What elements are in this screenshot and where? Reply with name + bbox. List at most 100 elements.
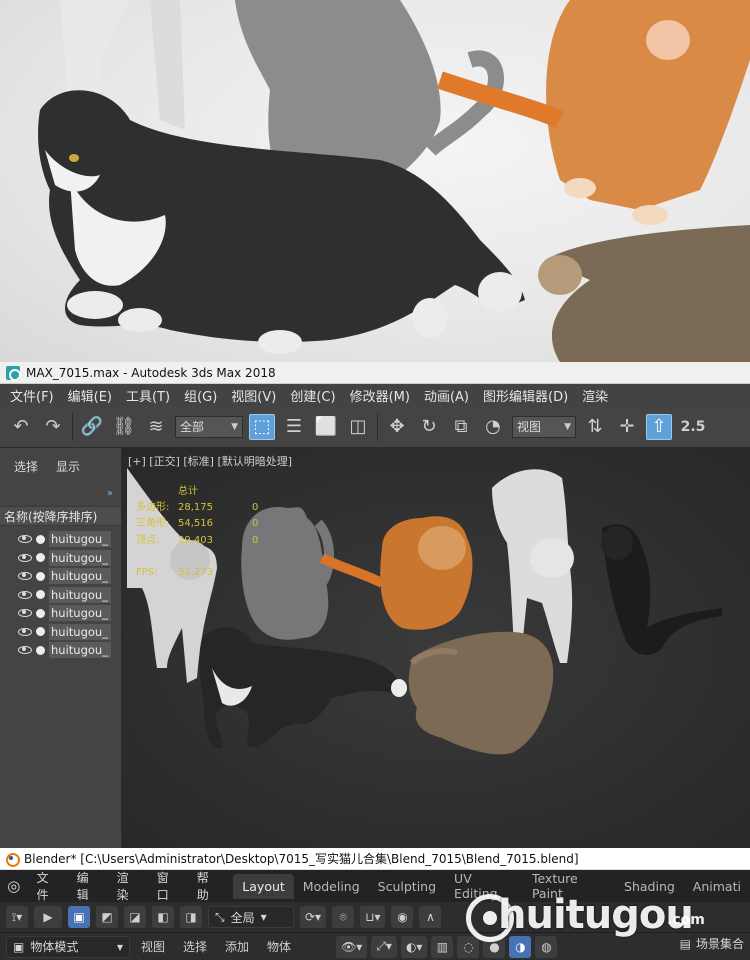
menu-file[interactable]: 文件(F) (10, 386, 68, 405)
menu-create[interactable]: 创建(C) (290, 386, 349, 405)
snaps-toggle-label: 2.5 (680, 418, 706, 435)
keyboard-shortcut-override-icon[interactable]: ⇧ (646, 413, 672, 440)
scale-icon[interactable]: ⧉ (448, 414, 474, 440)
window-crossing-icon[interactable]: ◫ (345, 414, 371, 440)
tab-display[interactable]: 显示 (56, 458, 80, 484)
transform-pivot-icon[interactable]: ⟟▾ (6, 906, 28, 928)
select-mode-subtract-icon[interactable]: ◪ (124, 906, 146, 928)
render-toggle-icon[interactable] (36, 608, 45, 618)
viewport-statistics: 总计 多边形: 28,175 0 三角形: 54,516 0 顶点: 29,40… (136, 484, 272, 581)
viewport-menu-object[interactable]: 物体 (260, 938, 298, 955)
pivot-point-icon[interactable]: ⟳▾ (300, 906, 327, 928)
viewport-menu-add[interactable]: 添加 (218, 938, 256, 955)
render-toggle-icon[interactable] (36, 553, 45, 563)
undo-icon[interactable]: ↶ (8, 414, 34, 440)
tab-modeling[interactable]: Modeling (294, 874, 369, 899)
scene-object-row[interactable]: huitugou_ (0, 549, 121, 568)
redo-icon[interactable]: ↷ (40, 414, 66, 440)
blender-menu-render[interactable]: 渲染 (108, 869, 148, 903)
scene-object-row[interactable]: huitugou_ (0, 567, 121, 586)
render-toggle-icon[interactable] (36, 534, 45, 544)
blender-menu-file[interactable]: 文件 (28, 869, 68, 903)
select-box-tool-icon[interactable]: ▶ (34, 906, 62, 928)
stats-fps-label: FPS: (136, 566, 158, 578)
scene-object-row[interactable]: huitugou_ (0, 623, 121, 642)
proportional-falloff-icon[interactable]: ∧ (419, 906, 442, 928)
transform-orientation-icon: ⤡ (215, 909, 225, 924)
rectangular-selection-icon[interactable]: ⬜ (313, 414, 339, 440)
eye-icon[interactable] (18, 590, 32, 599)
max-menu-bar: 文件(F) 编辑(E) 工具(T) 组(G) 视图(V) 创建(C) 修改器(M… (0, 384, 750, 406)
expand-chevron-icon[interactable]: » (107, 488, 113, 499)
proportional-edit-icon[interactable]: ◉ (391, 906, 414, 928)
blender-menu-help[interactable]: 帮助 (188, 869, 228, 903)
eye-icon[interactable] (18, 535, 32, 544)
max-title-bar: MAX_7015.max - Autodesk 3ds Max 2018 (0, 362, 750, 384)
render-toggle-icon[interactable] (36, 590, 45, 600)
viewport-menu-view[interactable]: 视图 (134, 938, 172, 955)
unlink-icon[interactable]: ⛓ (111, 414, 137, 440)
menu-views[interactable]: 视图(V) (231, 386, 290, 405)
eye-icon[interactable] (18, 572, 32, 581)
snap-icon[interactable]: ⌾ (332, 906, 355, 928)
link-icon[interactable]: 🔗 (79, 414, 105, 440)
stats-total-label: 总计 (178, 486, 198, 497)
column-header-name[interactable]: 名称(按降序排序) (0, 506, 121, 526)
select-object-icon[interactable]: ⬚ (249, 413, 275, 440)
snap-element-icon[interactable]: ⊔▾ (360, 906, 386, 928)
scene-object-row[interactable]: huitugou_ (0, 604, 121, 623)
select-manipulate-icon[interactable]: ✛ (614, 414, 640, 440)
scene-object-row[interactable]: huitugou_ (0, 641, 121, 660)
stats-polygons-label: 多边形: (136, 502, 170, 514)
visibility-eye-icon[interactable]: 👁▾ (336, 935, 368, 958)
xray-icon[interactable]: ▥ (431, 935, 454, 958)
reference-coordinate-dropdown[interactable]: 视图 ▼ (512, 415, 576, 438)
interaction-mode-dropdown[interactable]: ▣ 物体模式 ▾ (6, 935, 130, 958)
transform-orientation-dropdown[interactable]: ⤡ 全局 ▾ (208, 906, 294, 928)
stats-fps-row: FPS: 52.273 (136, 565, 272, 581)
select-mode-new-icon[interactable]: ▣ (68, 906, 90, 928)
select-mode-extend-icon[interactable]: ◩ (96, 906, 118, 928)
scene-explorer-tabs: 选择 显示 (0, 448, 121, 484)
tab-layout[interactable]: Layout (233, 873, 294, 899)
render-toggle-icon[interactable] (36, 627, 45, 637)
scene-object-row[interactable]: huitugou_ (0, 530, 121, 549)
watermark-logo: huitugou .com (462, 884, 732, 954)
blender-menu-logo-icon[interactable]: ◎ (0, 871, 28, 901)
eye-icon[interactable] (18, 609, 32, 618)
gizmo-toggle-icon[interactable]: ⤢▾ (371, 935, 397, 958)
menu-rendering[interactable]: 渲染 (582, 386, 622, 405)
blender-menu-edit[interactable]: 编辑 (68, 869, 108, 903)
eye-icon[interactable] (18, 627, 32, 636)
snaps-toggle-icon[interactable]: 2.5 (678, 414, 708, 440)
eye-icon[interactable] (18, 553, 32, 562)
stats-triangles-row: 三角形: 54,516 0 (136, 516, 272, 532)
menu-animation[interactable]: 动画(A) (424, 386, 483, 405)
scene-object-row[interactable]: huitugou_ (0, 586, 121, 605)
render-toggle-icon[interactable] (36, 571, 45, 581)
select-mode-intersect-icon[interactable]: ◨ (180, 906, 202, 928)
menu-tools[interactable]: 工具(T) (126, 386, 184, 405)
menu-edit[interactable]: 编辑(E) (68, 386, 126, 405)
move-icon[interactable]: ✥ (384, 414, 410, 440)
select-by-name-icon[interactable]: ☰ (281, 414, 307, 440)
render-toggle-icon[interactable] (36, 645, 45, 655)
menu-graph-editors[interactable]: 图形编辑器(D) (483, 386, 582, 405)
tab-sculpting[interactable]: Sculpting (369, 874, 445, 899)
tab-select[interactable]: 选择 (14, 458, 38, 484)
select-mode-invert-icon[interactable]: ◧ (152, 906, 174, 928)
selection-filter-dropdown[interactable]: 全部 ▼ (175, 415, 243, 438)
rotate-icon[interactable]: ↻ (416, 414, 442, 440)
menu-group[interactable]: 组(G) (184, 386, 231, 405)
menu-modifiers[interactable]: 修改器(M) (350, 386, 424, 405)
bind-space-warp-icon[interactable]: ≋ (143, 414, 169, 440)
pivot-center-icon[interactable]: ⇅ (582, 414, 608, 440)
stats-polygons-row: 多边形: 28,175 0 (136, 500, 272, 516)
eye-icon[interactable] (18, 646, 32, 655)
cats-render (38, 0, 750, 362)
overlays-icon[interactable]: ◐▾ (400, 935, 428, 958)
placement-icon[interactable]: ◔ (480, 414, 506, 440)
blender-menu-window[interactable]: 窗口 (148, 869, 188, 903)
viewport-menu-select[interactable]: 选择 (176, 938, 214, 955)
max-viewport[interactable]: [+] [正交] [标准] [默认明暗处理] 总计 多边形: 28,175 0 … (122, 448, 750, 848)
